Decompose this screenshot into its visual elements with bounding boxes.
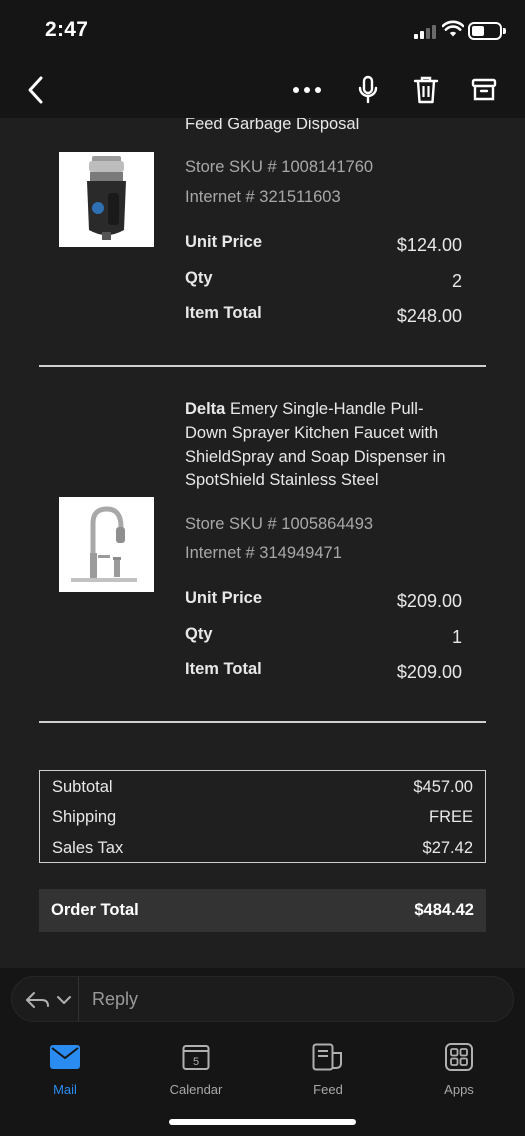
item-title-line-1: Delta Emery Single-Handle Pull- <box>185 400 424 418</box>
store-sku: Store SKU # 1005864493 <box>185 515 374 533</box>
order-summary-box: Subtotal $457.00 Shipping FREE Sales Tax… <box>39 770 486 863</box>
shipping-value: FREE <box>428 808 473 826</box>
qty-label: Qty <box>185 625 213 643</box>
sales-tax-label: Sales Tax <box>52 839 124 857</box>
tab-calendar[interactable]: 5 Calendar <box>146 1040 246 1097</box>
item-title-line-2: Down Sprayer Kitchen Faucet with <box>185 424 439 442</box>
tab-apps[interactable]: Apps <box>409 1040 509 1097</box>
home-indicator[interactable] <box>169 1119 356 1125</box>
qty-value: 1 <box>451 627 462 647</box>
wifi-icon <box>442 20 464 37</box>
reply-field[interactable]: Reply <box>11 976 514 1022</box>
tab-mail[interactable]: Mail <box>15 1040 115 1097</box>
battery-icon <box>468 22 506 40</box>
back-chevron-icon[interactable] <box>16 70 56 110</box>
message-toolbar <box>0 62 525 118</box>
subtotal-row: Subtotal $457.00 <box>52 778 473 802</box>
internet-number: Internet # 314949471 <box>185 544 342 562</box>
email-body: Feed Garbage Disposal Store SKU # 100814… <box>0 118 525 968</box>
sales-tax-row: Sales Tax $27.42 <box>52 839 473 863</box>
trash-icon[interactable] <box>406 70 446 110</box>
reply-options-icon[interactable] <box>24 989 74 1011</box>
subtotal-label: Subtotal <box>52 778 113 796</box>
item-divider <box>39 365 486 367</box>
store-sku: Store SKU # 1008141760 <box>185 158 374 176</box>
item-total-label: Item Total <box>185 660 262 678</box>
order-total-value: $484.42 <box>414 901 474 919</box>
feed-icon <box>312 1043 342 1071</box>
more-dots-icon[interactable] <box>287 70 327 110</box>
tab-label: Apps <box>444 1082 474 1097</box>
calendar-day: 5 <box>193 1056 199 1068</box>
reply-placeholder: Reply <box>92 989 139 1009</box>
archive-icon[interactable] <box>464 70 504 110</box>
mail-icon <box>50 1045 80 1069</box>
order-total-label: Order Total <box>51 901 139 919</box>
microphone-icon[interactable] <box>348 70 388 110</box>
reply-bar: Reply <box>0 968 525 1028</box>
item-title-line-3: ShieldSpray and Soap Dispenser in <box>185 448 446 466</box>
item-total-value: $248.00 <box>396 306 462 326</box>
unit-price-label: Unit Price <box>185 589 263 607</box>
apps-icon <box>445 1043 473 1071</box>
item-total-label: Item Total <box>185 304 262 322</box>
tab-feed[interactable]: Feed <box>278 1040 378 1097</box>
internet-number: Internet # 321511603 <box>185 188 341 206</box>
kitchen-faucet-image <box>59 497 154 592</box>
unit-price-value: $209.00 <box>396 591 462 611</box>
status-time: 2:47 <box>45 18 89 41</box>
tab-label: Calendar <box>169 1082 223 1097</box>
status-bar: 2:47 <box>0 0 525 62</box>
qty-label: Qty <box>185 269 213 287</box>
shipping-row: Shipping FREE <box>52 808 473 832</box>
order-total-row: Order Total $484.42 <box>39 889 486 932</box>
unit-price-value: $124.00 <box>396 235 462 255</box>
qty-value: 2 <box>451 271 462 291</box>
item-total-value: $209.00 <box>396 662 462 682</box>
item-title-line-4: SpotShield Stainless Steel <box>185 471 379 489</box>
item-title: Feed Garbage Disposal <box>185 118 360 133</box>
tab-label: Feed <box>313 1082 343 1097</box>
unit-price-label: Unit Price <box>185 233 263 251</box>
shipping-label: Shipping <box>52 808 117 826</box>
item-brand: Delta <box>185 400 226 418</box>
item-divider <box>39 721 486 723</box>
garbage-disposal-image <box>59 152 154 247</box>
sales-tax-value: $27.42 <box>422 839 473 857</box>
tab-label: Mail <box>53 1082 77 1097</box>
subtotal-value: $457.00 <box>413 778 473 796</box>
cellular-signal-icon <box>414 25 438 39</box>
calendar-icon: 5 <box>182 1045 210 1070</box>
